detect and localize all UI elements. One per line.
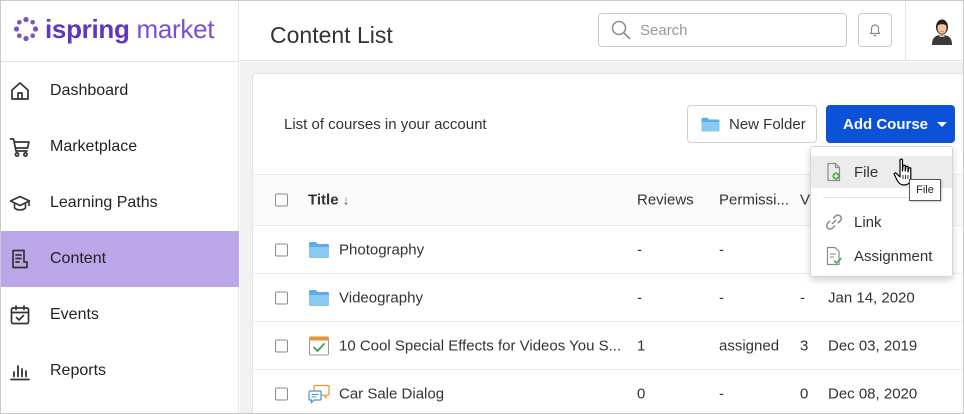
header-divider <box>905 1 906 61</box>
select-all-checkbox[interactable] <box>275 193 288 207</box>
column-header-views[interactable]: V <box>800 192 810 209</box>
calendar-check-icon <box>10 305 30 325</box>
sidebar-item-marketplace[interactable]: Marketplace <box>1 119 239 175</box>
new-folder-label: New Folder <box>729 115 806 133</box>
top-header: Content List <box>240 1 963 61</box>
sidebar-item-label: Dashboard <box>50 82 129 99</box>
course-icon <box>309 336 329 355</box>
folder-icon <box>309 241 329 258</box>
logo[interactable]: ispring market <box>13 13 214 45</box>
sidebar-item-label: Events <box>50 306 99 323</box>
row-reviews: - <box>637 241 642 258</box>
row-title[interactable]: Videography <box>339 289 423 306</box>
assignment-icon <box>826 246 842 266</box>
sidebar-item-label: Content <box>50 250 107 267</box>
graduation-cap-icon <box>9 195 31 211</box>
page-title: Content List <box>270 22 393 48</box>
caret-down-icon <box>937 121 948 127</box>
sort-desc-icon: ↓ <box>342 192 350 208</box>
row-permissions: - <box>719 289 724 306</box>
home-icon <box>11 82 29 100</box>
column-header-permissions[interactable]: Permissi... <box>719 192 789 209</box>
menu-item-label: Assignment <box>854 247 933 265</box>
table-row[interactable]: Car Sale Dialog 0 - 0 Dec 08, 2020 <box>253 370 963 413</box>
new-folder-button[interactable]: New Folder <box>687 105 817 143</box>
sidebar-item-label: Marketplace <box>50 138 138 155</box>
menu-item-assignment[interactable]: Assignment <box>811 240 952 272</box>
search-icon <box>611 20 631 40</box>
row-date: Dec 03, 2019 <box>828 337 918 354</box>
row-date: Dec 08, 2020 <box>828 385 918 402</box>
menu-item-link[interactable]: Link <box>811 206 952 238</box>
content-list-icon <box>12 249 28 269</box>
add-course-button[interactable]: Add Course <box>826 105 955 143</box>
file-add-icon <box>827 162 841 182</box>
cart-icon <box>9 138 30 157</box>
row-views: 3 <box>800 337 809 354</box>
row-permissions: assigned <box>719 337 780 354</box>
row-views: - <box>800 289 805 306</box>
menu-item-label: File <box>854 163 879 181</box>
column-header-title[interactable]: Title ↓ <box>308 192 349 209</box>
row-checkbox[interactable] <box>275 339 288 352</box>
bell-icon <box>869 24 881 37</box>
add-course-dropdown: File Link Assignment <box>810 146 953 277</box>
sidebar-item-content[interactable]: Content <box>1 231 239 287</box>
notifications-button[interactable] <box>858 13 892 47</box>
logo-wordmark: ispring market <box>45 14 215 44</box>
row-checkbox[interactable] <box>275 387 288 400</box>
column-header-reviews[interactable]: Reviews <box>637 192 694 209</box>
row-checkbox[interactable] <box>275 243 288 256</box>
sidebar-item-reports[interactable]: Reports <box>1 343 239 399</box>
row-date: Jan 14, 2020 <box>828 289 915 306</box>
table-row[interactable]: 10 Cool Special Effects for Videos You S… <box>253 322 963 370</box>
folder-icon <box>701 117 720 131</box>
menu-item-label: Link <box>854 213 882 231</box>
search-input[interactable] <box>640 21 830 39</box>
bar-chart-icon <box>10 365 30 381</box>
sidebar-divider <box>1 61 239 62</box>
dialog-icon <box>308 384 330 404</box>
row-title[interactable]: 10 Cool Special Effects for Videos You S… <box>339 337 621 354</box>
ispring-logo-icon <box>13 16 39 42</box>
search-box[interactable] <box>598 13 847 47</box>
row-title[interactable]: Car Sale Dialog <box>339 385 444 402</box>
sidebar-item-learning-paths[interactable]: Learning Paths <box>1 175 239 231</box>
row-reviews: - <box>637 289 642 306</box>
user-avatar[interactable] <box>928 15 956 45</box>
row-reviews: 1 <box>637 337 646 354</box>
sidebar-item-label: Learning Paths <box>50 194 158 211</box>
add-course-label: Add Course <box>843 115 929 133</box>
row-checkbox[interactable] <box>275 291 288 304</box>
row-title[interactable]: Photography <box>339 241 424 258</box>
folder-icon <box>309 289 329 306</box>
sidebar: ispring market Dashboard Marketplace Lea… <box>1 1 239 413</box>
link-icon <box>825 214 843 230</box>
sidebar-item-dashboard[interactable]: Dashboard <box>1 63 239 119</box>
row-permissions: - <box>719 385 724 402</box>
sidebar-item-events[interactable]: Events <box>1 287 239 343</box>
tooltip: File <box>909 179 941 201</box>
row-permissions: - <box>719 241 724 258</box>
row-reviews: 0 <box>637 385 646 402</box>
table-row[interactable]: Videography - - - Jan 14, 2020 <box>253 274 963 322</box>
panel-subtitle: List of courses in your account <box>284 116 487 133</box>
sidebar-item-label: Reports <box>50 362 107 379</box>
app-window: ispring market Dashboard Marketplace Lea… <box>0 0 964 414</box>
row-views: 0 <box>800 385 809 402</box>
